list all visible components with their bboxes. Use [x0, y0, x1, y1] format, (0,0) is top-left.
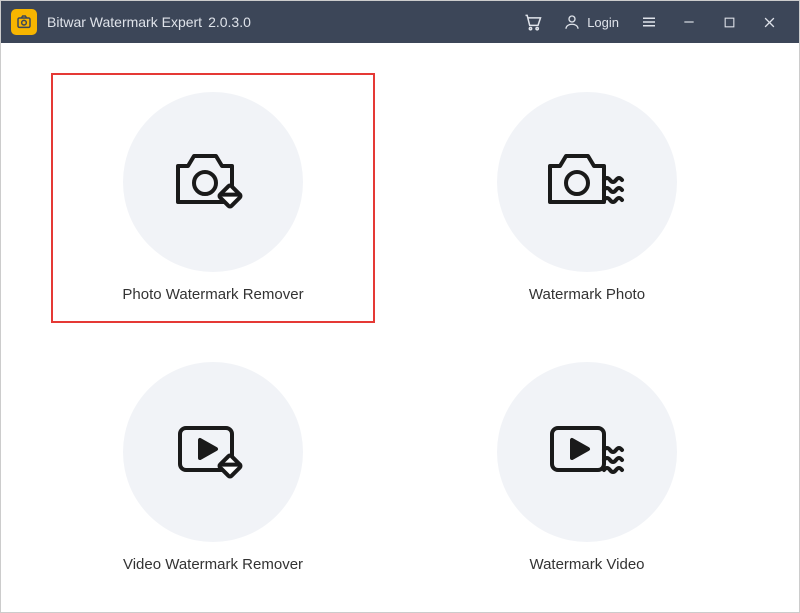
tile-video-watermark-remover[interactable]: Video Watermark Remover: [51, 343, 375, 593]
maximize-button[interactable]: [709, 1, 749, 43]
cart-button[interactable]: [513, 1, 553, 43]
tile-label: Watermark Video: [529, 556, 644, 573]
camera-erase-icon: [174, 150, 252, 214]
app-window: Bitwar Watermark Expert 2.0.3.0 Login: [0, 0, 800, 613]
tile-label: Watermark Photo: [529, 286, 645, 303]
maximize-icon: [723, 16, 736, 29]
tile-circle: [497, 362, 677, 542]
tile-label: Video Watermark Remover: [123, 556, 303, 573]
cart-icon: [523, 12, 543, 32]
user-icon: [563, 13, 581, 31]
menu-button[interactable]: [629, 1, 669, 43]
video-erase-icon: [174, 420, 252, 484]
app-logo: [11, 9, 37, 35]
tile-circle: [123, 92, 303, 272]
app-title: Bitwar Watermark Expert: [47, 14, 202, 30]
tile-circle: [497, 92, 677, 272]
title-bar: Bitwar Watermark Expert 2.0.3.0 Login: [1, 1, 799, 43]
minimize-icon: [682, 15, 696, 29]
close-icon: [762, 15, 777, 30]
hamburger-icon: [640, 13, 658, 31]
main-content: Photo Watermark Remover Watermark Photo: [1, 43, 799, 612]
tile-circle: [123, 362, 303, 542]
app-version: 2.0.3.0: [208, 14, 251, 30]
close-button[interactable]: [749, 1, 789, 43]
tile-watermark-video[interactable]: Watermark Video: [425, 343, 749, 593]
video-waves-icon: [546, 420, 628, 484]
login-label: Login: [587, 15, 619, 30]
tile-label: Photo Watermark Remover: [122, 286, 303, 303]
minimize-button[interactable]: [669, 1, 709, 43]
tile-photo-watermark-remover[interactable]: Photo Watermark Remover: [51, 73, 375, 323]
camera-waves-icon: [546, 150, 628, 214]
tile-watermark-photo[interactable]: Watermark Photo: [425, 73, 749, 323]
login-button[interactable]: Login: [553, 1, 629, 43]
